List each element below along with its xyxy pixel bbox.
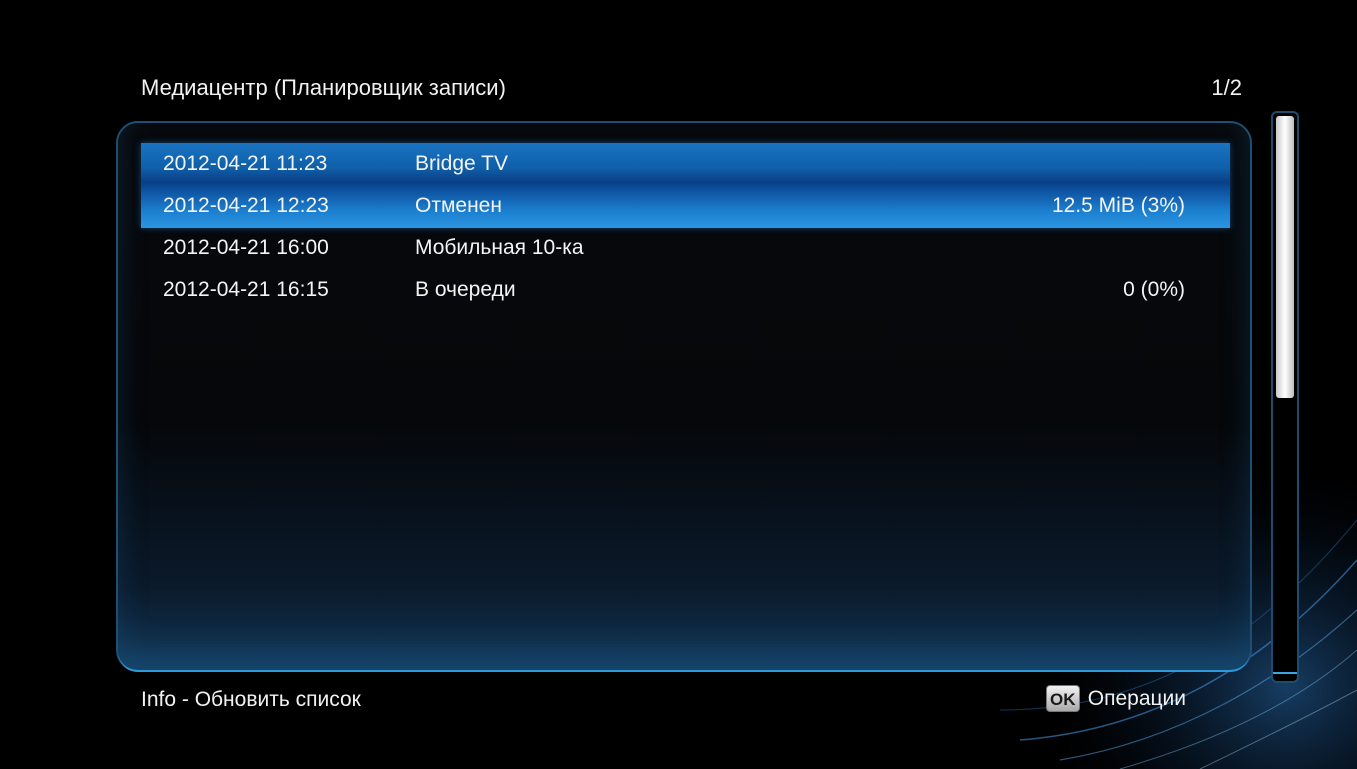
page-indicator: 1/2 [1211, 75, 1242, 100]
recording-date: 2012-04-21 11:23 [163, 152, 328, 175]
recording-size: 12.5 MiB (3%) [1051, 194, 1185, 217]
recording-date: 2012-04-21 16:00 [163, 236, 329, 259]
operations-hint[interactable]: OK Операции [1045, 685, 1186, 712]
recording-date: 2012-04-21 16:15 [163, 278, 329, 301]
recording-name: Bridge TV [415, 152, 508, 175]
panel-bottom-glow [118, 640, 1250, 672]
recording-date: 2012-04-21 12:23 [163, 194, 329, 217]
page-title: Медиацентр (Планировщик записи) [141, 75, 506, 100]
recording-name: Отменен [415, 194, 502, 217]
recording-row[interactable]: 2012-04-21 16:00 Мобильная 10-ка [163, 227, 1185, 269]
recording-size: 0 (0%) [1123, 278, 1185, 301]
scrollbar-bottom-glow [1273, 672, 1297, 674]
recording-name: Мобильная 10-ка [415, 236, 584, 259]
recording-row[interactable]: 2012-04-21 16:15 В очереди 0 (0%) [163, 269, 1185, 311]
scrollbar-thumb[interactable] [1276, 116, 1294, 398]
recording-row[interactable]: 2012-04-21 11:23 Bridge TV [163, 143, 1185, 185]
operations-label: Операции [1087, 686, 1186, 710]
recording-row[interactable]: 2012-04-21 12:23 Отменен 12.5 MiB (3%) [163, 185, 1185, 227]
media-center-screen: Медиацентр (Планировщик записи) 1/2 2012… [0, 0, 1357, 769]
ok-key-icon: OK [1045, 685, 1080, 712]
recording-name: В очереди [415, 278, 516, 301]
info-refresh-hint: Info - Обновить список [141, 688, 361, 711]
